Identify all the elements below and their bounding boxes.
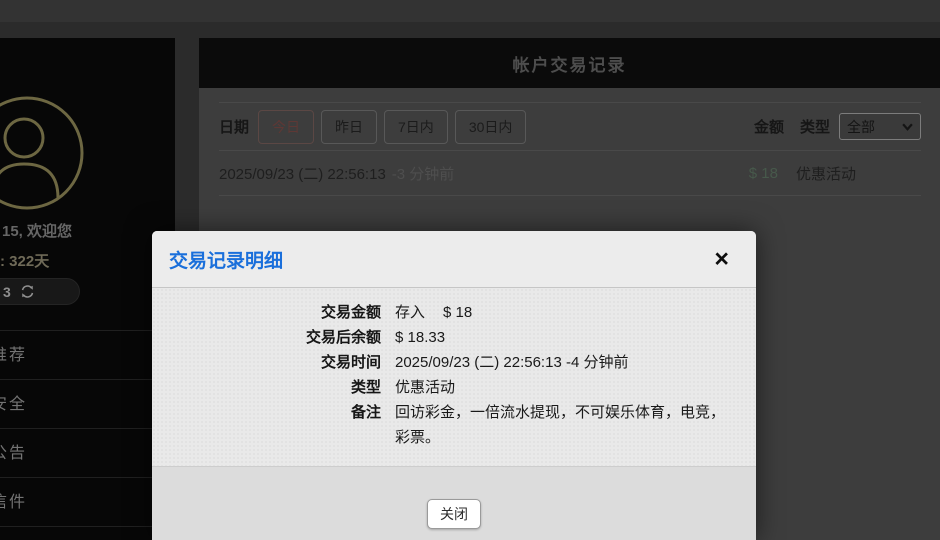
transaction-row[interactable]: 2025/09/23 (二) 22:56:13 -3 分钟前 $ 18 优惠活动 [219, 151, 921, 196]
field-value: 回访彩金，一倍流水提现，不可娱乐体育，电竞，彩票。 [395, 400, 756, 450]
main-header: 帐户交易记录 [199, 38, 940, 88]
sidebar-item-label: 安全 [0, 380, 27, 429]
field-label: 交易金额 [152, 300, 395, 325]
modal-title: 交易记录明细 [169, 246, 714, 273]
welcome-text: 15, 欢迎您 [2, 220, 72, 241]
window-topbar [0, 0, 940, 22]
field-value: $ 18.33 [395, 325, 756, 350]
filter-today-button[interactable]: 今日 [258, 110, 314, 144]
sidebar-item-label: 专区 [0, 527, 27, 540]
transaction-type: 优惠活动 [796, 163, 856, 184]
field-label: 交易后余额 [152, 325, 395, 350]
detail-row-balance: 交易后余额 $ 18.33 [152, 325, 756, 350]
filter-30days-button[interactable]: 30日内 [455, 110, 527, 144]
sidebar-item-recommend[interactable]: 推荐 [0, 331, 175, 380]
sidebar-item-label: 信件 [0, 478, 27, 527]
sidebar-item-mail[interactable]: 信件 [0, 478, 175, 527]
sidebar-item-label: 推荐 [0, 331, 27, 380]
screen: 15, 欢迎您 : 322天 3 推荐 安全 公告 信件 专区 帐户交易记录 日… [0, 0, 940, 540]
type-filter-label: 类型 [800, 116, 830, 137]
detail-row-remark: 备注 回访彩金，一倍流水提现，不可娱乐体育，电竞，彩票。 [152, 400, 756, 450]
transaction-relative-time: -3 分钟前 [392, 163, 455, 184]
close-button[interactable]: 关闭 [427, 499, 481, 529]
field-value: 2025/09/23 (二) 22:56:13 -4 分钟前 [395, 350, 756, 375]
field-label: 备注 [152, 400, 395, 450]
type-select-value: 全部 [847, 117, 875, 137]
field-label: 交易时间 [152, 350, 395, 375]
deposit-direction: 存入 [395, 300, 425, 325]
field-label: 类型 [152, 375, 395, 400]
sidebar: 15, 欢迎您 : 322天 3 推荐 安全 公告 信件 专区 [0, 38, 175, 540]
type-select[interactable]: 全部 [839, 113, 921, 140]
page-title: 帐户交易记录 [513, 51, 627, 76]
transaction-detail-modal: 交易记录明细 × 交易金额 存入 $ 18 交易后余额 $ 18.33 交易时间… [152, 231, 756, 540]
deposit-amount: $ 18 [443, 300, 472, 325]
filter-row: 日期 今日 昨日 7日内 30日内 金额 类型 全部 [219, 103, 921, 151]
detail-row-amount: 交易金额 存入 $ 18 [152, 300, 756, 325]
modal-header: 交易记录明细 × [152, 231, 756, 288]
sidebar-item-security[interactable]: 安全 [0, 380, 175, 429]
field-value: 优惠活动 [395, 375, 756, 400]
detail-row-type: 类型 优惠活动 [152, 375, 756, 400]
filter-yesterday-button[interactable]: 昨日 [321, 110, 377, 144]
modal-footer: 关闭 [152, 466, 756, 540]
balance-refresh-pill[interactable]: 3 [0, 278, 80, 305]
refresh-icon[interactable] [19, 283, 36, 300]
transaction-amount: $ 18 [749, 165, 778, 182]
transaction-datetime: 2025/09/23 (二) 22:56:13 [219, 163, 386, 184]
filter-7days-button[interactable]: 7日内 [384, 110, 448, 144]
user-avatar-icon [0, 94, 86, 212]
date-filter-label: 日期 [219, 116, 249, 137]
sidebar-item-announcement[interactable]: 公告 [0, 429, 175, 478]
membership-days: : 322天 [0, 250, 49, 271]
field-value: 存入 $ 18 [395, 300, 756, 325]
amount-column-label: 金额 [754, 116, 784, 137]
sidebar-item-label: 公告 [0, 429, 27, 478]
detail-row-time: 交易时间 2025/09/23 (二) 22:56:13 -4 分钟前 [152, 350, 756, 375]
close-icon[interactable]: × [714, 247, 729, 272]
chevron-down-icon [902, 123, 913, 131]
modal-body: 交易金额 存入 $ 18 交易后余额 $ 18.33 交易时间 2025/09/… [152, 288, 756, 466]
sidebar-item-zone[interactable]: 专区 [0, 527, 175, 540]
sidebar-menu: 推荐 安全 公告 信件 专区 [0, 330, 175, 540]
balance-fragment: 3 [3, 284, 11, 300]
